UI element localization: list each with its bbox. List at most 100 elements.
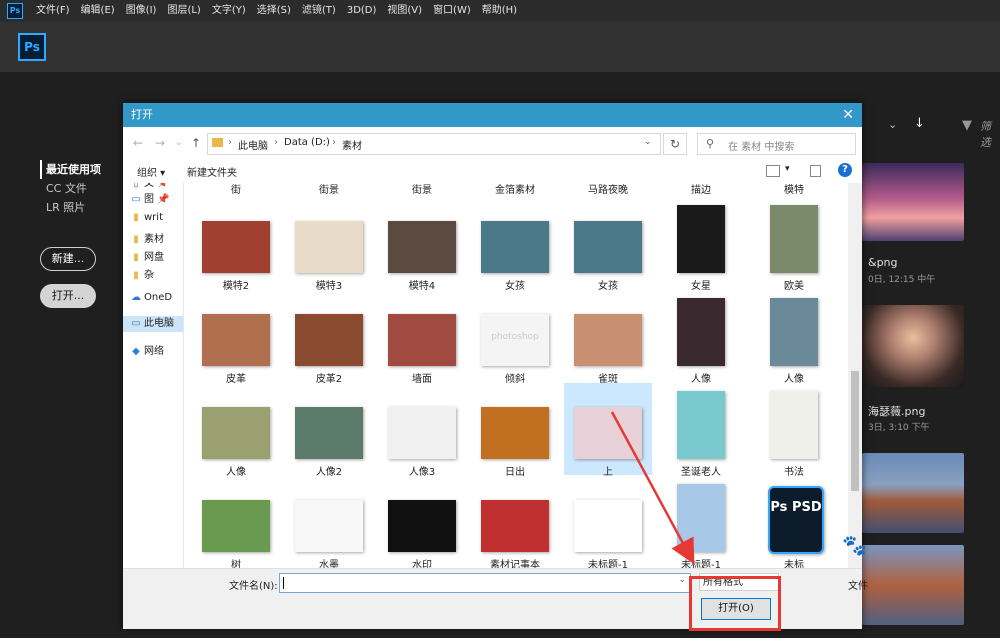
file-thumbnail [202, 407, 270, 459]
file-item[interactable]: 女孩 [471, 197, 559, 292]
file-item[interactable]: photoshop 倾斜 [471, 290, 559, 385]
file-item[interactable]: 街景 [285, 183, 373, 196]
file-item[interactable]: 树 [192, 476, 280, 568]
recent-thumbnail[interactable] [862, 305, 964, 387]
nav-item[interactable]: ▮ 杂 [131, 266, 154, 281]
file-item[interactable]: 描边 [657, 183, 745, 196]
file-item[interactable]: 马路夜晚 [564, 183, 652, 196]
file-item[interactable]: 人像3 [378, 383, 466, 478]
chevron-down-icon[interactable]: ⌄ [678, 575, 686, 585]
file-item[interactable]: 金箔素材 [471, 183, 559, 196]
file-item[interactable]: 模特4 [378, 197, 466, 292]
nav-cc-files[interactable]: CC 文件 [40, 179, 101, 198]
file-item[interactable]: 女孩 [564, 197, 652, 292]
menu-item[interactable]: 文件(F) [36, 0, 70, 22]
file-item[interactable]: 上 [564, 383, 652, 478]
chevron-down-icon[interactable]: ⌄ [644, 137, 652, 147]
nav-item[interactable]: ▯ 文 📌 [131, 183, 170, 189]
breadcrumb-item[interactable]: 此电脑 [238, 137, 268, 152]
file-item[interactable]: 圣诞老人 [657, 383, 745, 478]
file-item[interactable]: 未标题-1 [657, 476, 745, 568]
nav-item[interactable]: ▮ 网盘 [131, 248, 164, 263]
open-button[interactable]: 打开... [40, 284, 96, 308]
file-item[interactable]: 皮革2 [285, 290, 373, 385]
nav-item[interactable]: ▭ 图 📌 [131, 190, 169, 205]
file-item[interactable]: 模特3 [285, 197, 373, 292]
file-item[interactable]: 雀斑 [564, 290, 652, 385]
file-item[interactable]: 水墨 [285, 476, 373, 568]
chevron-down-icon[interactable]: ⌄ [888, 118, 897, 131]
menu-item[interactable]: 帮助(H) [482, 0, 517, 22]
file-item[interactable]: 街 [192, 183, 280, 196]
nav-item[interactable]: ◆ 网络 [131, 342, 164, 357]
menu-item[interactable]: 视图(V) [387, 0, 422, 22]
file-item[interactable]: 人像 [657, 290, 745, 385]
back-icon[interactable]: ← [133, 136, 143, 150]
file-item[interactable]: 模特2 [192, 197, 280, 292]
help-icon[interactable]: ? [838, 163, 852, 177]
recent-dropdown-icon[interactable]: ⌄ [175, 138, 183, 148]
file-item[interactable]: 墙面 [378, 290, 466, 385]
view-mode-icon[interactable] [766, 165, 780, 177]
file-item[interactable]: 日出 [471, 383, 559, 478]
recent-thumbnail[interactable] [862, 163, 964, 241]
recent-thumbnail[interactable] [862, 545, 964, 625]
filter-icon[interactable]: ▼ [962, 118, 972, 133]
recent-file-date: 0日, 12:15 中午 [868, 275, 936, 285]
nav-item[interactable]: ☁ OneD [131, 292, 172, 303]
file-thumbnail [481, 221, 549, 273]
filename-field[interactable]: ⌄ [279, 573, 691, 593]
file-item[interactable]: 女星 [657, 197, 745, 292]
file-item[interactable]: 人像 [192, 383, 280, 478]
nav-lr-photos[interactable]: LR 照片 [40, 198, 101, 217]
menu-item[interactable]: 图层(L) [167, 0, 200, 22]
new-folder-button[interactable]: 新建文件夹 [187, 164, 237, 179]
menu-item[interactable]: 编辑(E) [81, 0, 115, 22]
menu-item[interactable]: 文字(Y) [212, 0, 246, 22]
breadcrumb-item[interactable]: Data (D:) [284, 137, 330, 148]
nav-recent[interactable]: 最近使用项 [40, 160, 101, 179]
close-icon[interactable]: ✕ [842, 103, 854, 127]
nav-item[interactable]: ▮ writ [131, 212, 163, 223]
menu-item[interactable]: 滤镜(T) [302, 0, 336, 22]
breadcrumb-item[interactable]: 素材 [342, 137, 362, 152]
file-item[interactable]: Ps PSD 未标 [750, 476, 838, 568]
file-item[interactable]: 皮革 [192, 290, 280, 385]
recent-file-name[interactable]: 海瑟薇.png [868, 403, 925, 419]
forward-icon[interactable]: → [155, 136, 165, 150]
recent-thumbnail[interactable] [862, 453, 964, 533]
preview-pane-icon[interactable] [810, 165, 821, 177]
file-thumbnail [202, 221, 270, 273]
address-bar[interactable]: › 此电脑 › Data (D:) › 素材 ⌄ [207, 133, 661, 155]
scrollbar-thumb[interactable] [851, 371, 859, 491]
file-item[interactable]: 未标题-1 [564, 476, 652, 568]
sort-arrow-icon[interactable]: ↓ [914, 116, 925, 131]
refresh-icon[interactable]: ↻ [663, 133, 687, 155]
filter-input[interactable]: 筛选 [980, 118, 1000, 150]
chevron-down-icon[interactable]: ▾ [785, 164, 790, 174]
menu-item[interactable]: 选择(S) [257, 0, 291, 22]
file-item[interactable]: 水印 [378, 476, 466, 568]
menu-item[interactable]: 3D(D) [347, 0, 377, 22]
menu-item[interactable]: 图像(I) [126, 0, 157, 22]
nav-item[interactable]: ▮ 素材 [131, 230, 164, 245]
file-label: 未标题-1 [588, 560, 628, 568]
file-item[interactable]: 素材记事本 [471, 476, 559, 568]
file-thumbnail [295, 500, 363, 552]
nav-item[interactable]: ▭ 此电脑 [123, 316, 183, 332]
scrollbar[interactable] [848, 183, 862, 568]
watermark-icon: 🐾 [842, 533, 867, 557]
new-button[interactable]: 新建... [40, 247, 96, 271]
file-item[interactable]: 书法 [750, 383, 838, 478]
nav-item-label: 文 📌 [144, 183, 170, 189]
file-item[interactable]: 模特 [750, 183, 838, 196]
file-item[interactable]: 人像2 [285, 383, 373, 478]
search-input[interactable]: ⚲ 在 素材 中搜索 [697, 133, 856, 155]
up-icon[interactable]: ↑ [191, 136, 201, 150]
file-item[interactable]: 人像 [750, 290, 838, 385]
file-item[interactable]: 街景 [378, 183, 466, 196]
organize-button[interactable]: 组织 ▾ [137, 164, 165, 179]
menu-item[interactable]: 窗口(W) [433, 0, 471, 22]
recent-file-name[interactable]: &png [868, 256, 898, 269]
file-item[interactable]: 欧美 [750, 197, 838, 292]
